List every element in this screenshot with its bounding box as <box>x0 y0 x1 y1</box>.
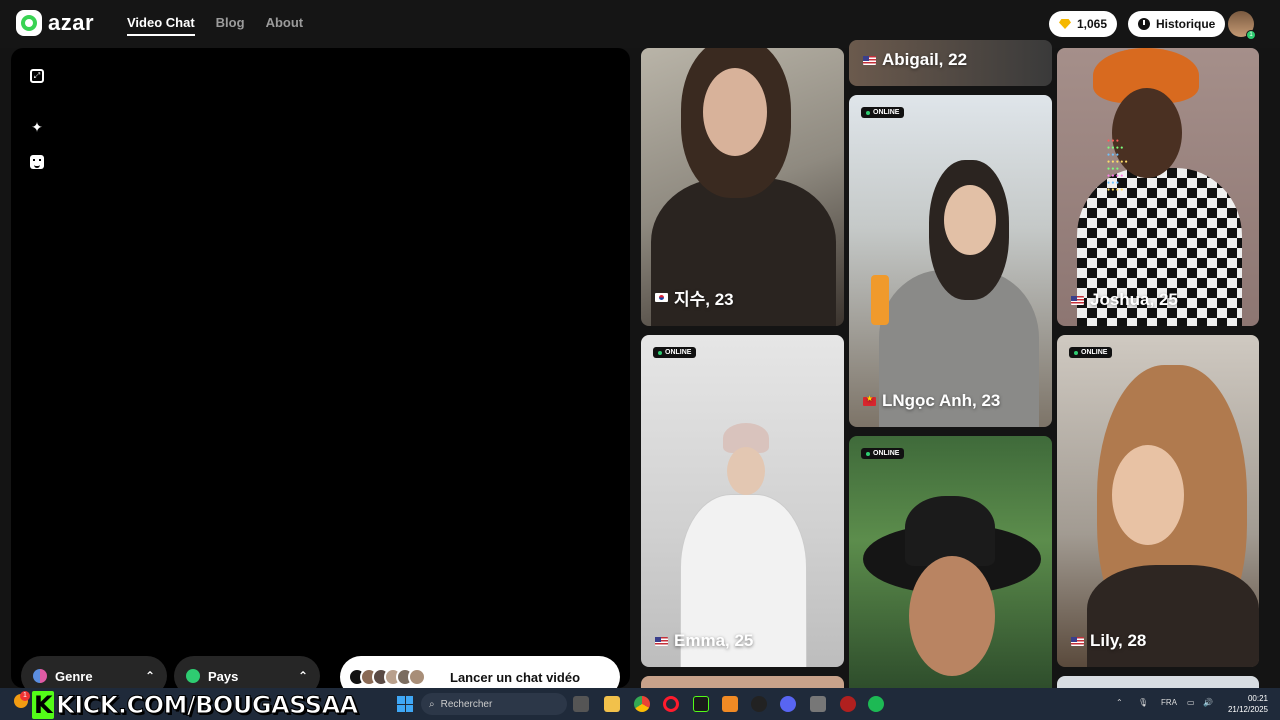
sparkle-effects-icon[interactable]: ✦ <box>30 120 44 134</box>
chevron-up-icon[interactable]: ⌃ <box>1116 698 1123 707</box>
clock-icon <box>1138 18 1150 30</box>
globe-icon <box>186 669 200 683</box>
network-icon[interactable]: ▭ <box>1187 698 1195 707</box>
app-icon[interactable] <box>693 696 709 712</box>
gender-icon <box>33 669 47 683</box>
microphone-icon[interactable]: 🎙 <box>1138 698 1148 707</box>
avatar-stack <box>348 668 426 686</box>
flag-kr-icon <box>655 293 668 302</box>
flag-us-icon <box>863 55 876 65</box>
azar-logo[interactable]: azar <box>16 10 94 36</box>
profile-photo <box>1057 335 1259 667</box>
profile-card[interactable]: 지수, 23 <box>641 48 844 326</box>
top-header: azar Video Chat Blog About 1,065 Histori… <box>0 0 1280 48</box>
profile-card[interactable]: ONLINE Emma, 25 <box>641 335 844 667</box>
chevron-up-icon: ⌃ <box>144 669 155 683</box>
profile-photo <box>849 436 1052 696</box>
taskbar-clock[interactable]: 00:21 21/12/2025 <box>1226 693 1268 715</box>
profile-card[interactable]: ● ● ● ● ● ● ● ● ● ● ● ● ● ● ● ● ● ● ● ● … <box>1057 48 1259 326</box>
language-indicator[interactable]: FRA <box>1161 698 1177 707</box>
notification-badge: 1 <box>20 691 30 701</box>
gem-icon <box>1059 19 1071 29</box>
profile-name: Lily, 28 <box>1071 631 1146 651</box>
profile-card[interactable]: ONLINE <box>849 436 1052 696</box>
nav-about[interactable]: About <box>266 15 304 36</box>
file-explorer-icon[interactable] <box>604 696 620 712</box>
face-filter-icon[interactable] <box>30 155 44 169</box>
history-label: Historique <box>1156 17 1216 31</box>
profile-card[interactable]: ONLINE Lily, 28 <box>1057 335 1259 667</box>
app-icon[interactable] <box>722 696 738 712</box>
taskbar-search[interactable]: ⌕ Rechercher <box>421 693 567 715</box>
nav-blog[interactable]: Blog <box>216 15 245 36</box>
expand-icon[interactable]: ⤢ <box>30 69 44 83</box>
video-panel: ⤢ ✦ Genre ⌃ Pays ⌃ Lancer un chat vidéo <box>11 48 630 698</box>
nav-video-chat[interactable]: Video Chat <box>127 15 195 36</box>
app-icon[interactable] <box>810 696 826 712</box>
brand-name: azar <box>48 10 95 35</box>
profile-name: Emma, 25 <box>655 631 753 651</box>
profile-photo <box>641 335 844 667</box>
discord-icon[interactable] <box>780 696 796 712</box>
chrome-icon[interactable] <box>634 696 650 712</box>
windows-start-icon[interactable] <box>397 696 413 712</box>
flag-vn-icon <box>863 394 876 406</box>
main-nav: Video Chat Blog About <box>127 15 303 36</box>
profile-photo <box>1057 48 1259 326</box>
search-placeholder: Rechercher <box>440 698 493 710</box>
kick-logo-icon: K <box>32 691 55 719</box>
obs-icon[interactable] <box>751 696 767 712</box>
volume-icon[interactable]: 🔊 <box>1203 698 1213 707</box>
profile-name: Joshua, 25 <box>1071 290 1178 310</box>
avatar <box>408 668 426 686</box>
task-view-icon[interactable] <box>573 696 589 712</box>
flag-us-icon <box>1071 636 1084 646</box>
history-button[interactable]: Historique <box>1128 11 1226 37</box>
stream-overlay-text: K KICK.COM/BOUGASSAA <box>32 691 359 720</box>
gems-count: 1,065 <box>1077 17 1108 31</box>
profile-name: LNgọc Anh, 23 <box>863 391 1000 411</box>
date: 21/12/2025 <box>1227 705 1268 714</box>
spotify-icon[interactable] <box>868 696 884 712</box>
flag-us-icon <box>655 636 668 646</box>
flag-us-icon <box>1071 295 1084 305</box>
gems-button[interactable]: 1,065 <box>1049 11 1118 37</box>
profile-card[interactable]: ONLINE LNgọc Anh, 23 <box>849 95 1052 427</box>
time: 00:21 <box>1247 694 1268 703</box>
azar-logo-icon <box>16 10 42 36</box>
chat-overlay: ● ● ● ● ● ● ● ● ● ● ● ● ● ● ● ● ● ● ● ● … <box>1107 138 1128 193</box>
profile-card[interactable]: Abigail, 22 <box>849 40 1052 86</box>
chevron-up-icon: ⌃ <box>297 669 308 683</box>
profile-photo <box>849 95 1052 427</box>
launch-label: Lancer un chat vidéo <box>450 669 581 685</box>
avatar-badge: 1 <box>1246 30 1256 40</box>
gender-label: Genre <box>55 668 93 684</box>
profile-name: 지수, 23 <box>655 285 734 310</box>
user-avatar[interactable]: 1 <box>1228 11 1256 40</box>
country-label: Pays <box>208 668 239 684</box>
opera-icon[interactable] <box>663 696 679 712</box>
search-icon: ⌕ <box>429 698 435 710</box>
profile-name: Abigail, 22 <box>863 50 967 70</box>
app-icon[interactable] <box>840 696 856 712</box>
